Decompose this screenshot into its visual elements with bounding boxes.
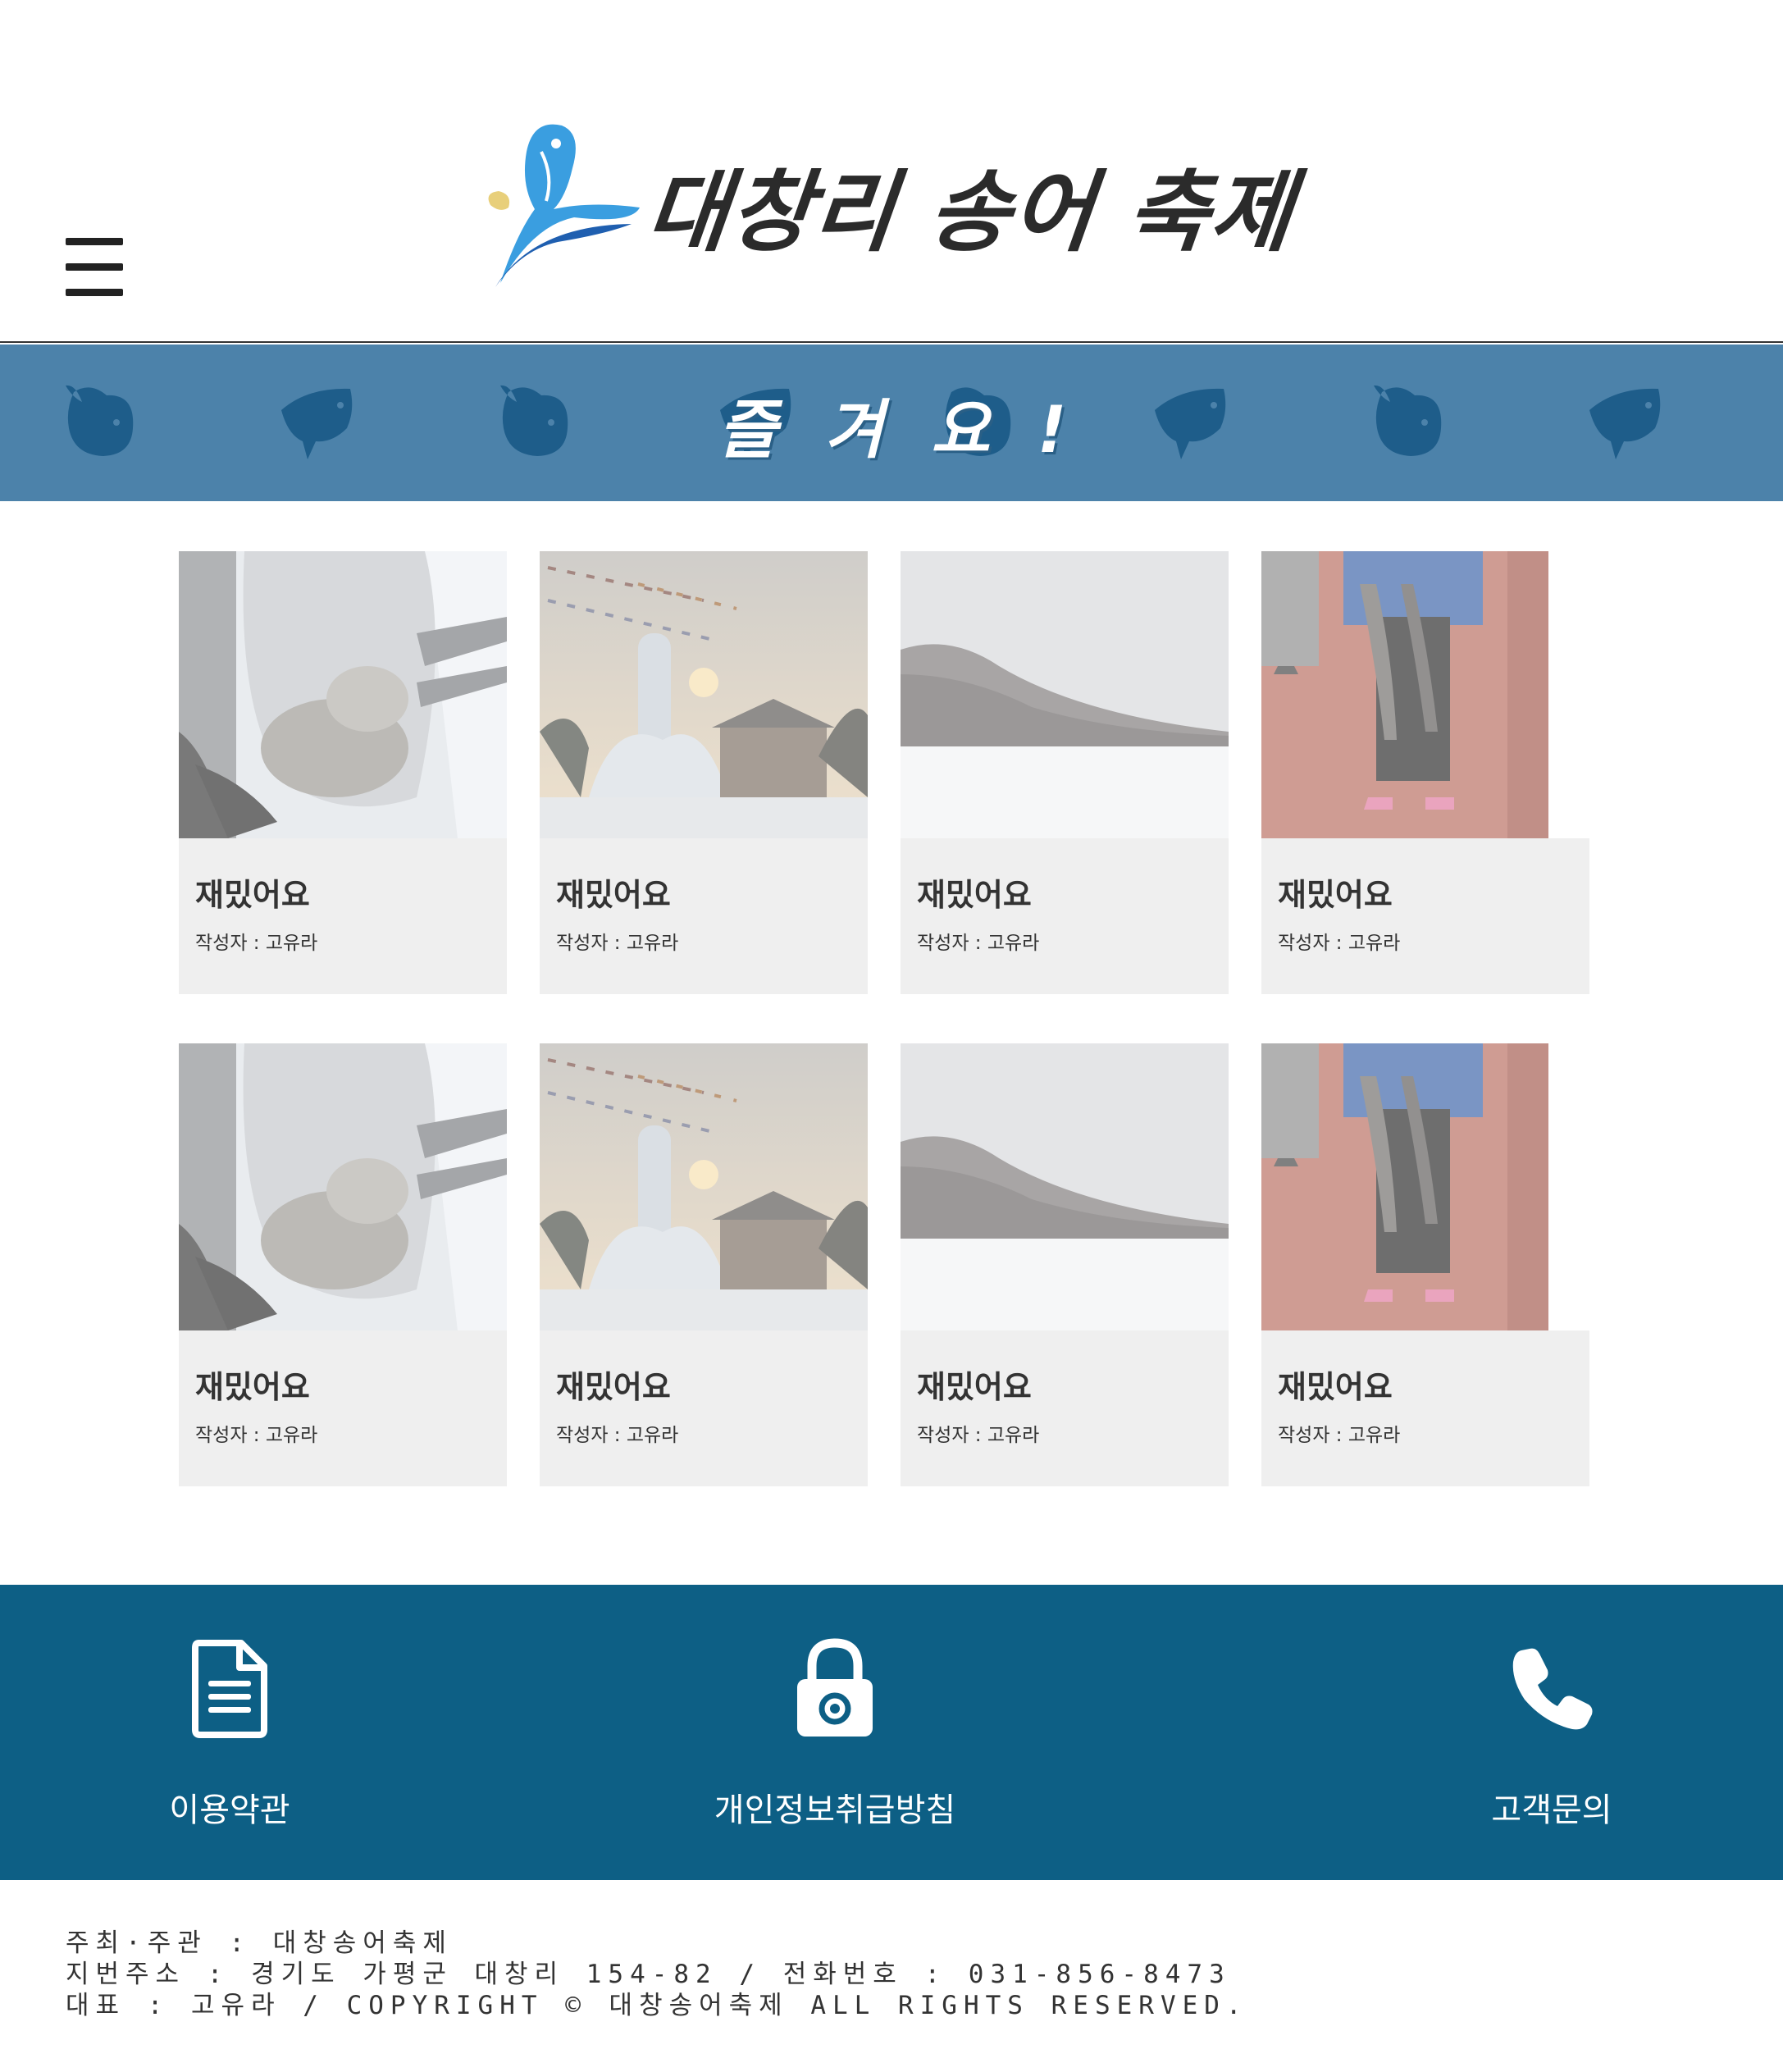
card-author: 작성자 : 고유라 bbox=[1278, 933, 1401, 954]
card-author: 작성자 : 고유라 bbox=[195, 1425, 318, 1446]
card-title: 재밌어요 bbox=[195, 1369, 310, 1405]
gallery-card[interactable]: 재밌어요 작성자 : 고유라 bbox=[901, 1043, 1229, 1486]
gallery-card[interactable]: 재밌어요 작성자 : 고유라 bbox=[540, 1043, 868, 1486]
card-image-frozen-lake bbox=[901, 551, 1229, 838]
card-title: 재밌어요 bbox=[195, 877, 310, 913]
lock-icon bbox=[786, 1636, 884, 1742]
card-author: 작성자 : 고유라 bbox=[195, 933, 318, 954]
card-author: 작성자 : 고유라 bbox=[556, 933, 679, 954]
card-author: 작성자 : 고유라 bbox=[556, 1425, 679, 1446]
banner: 즐겨요! bbox=[0, 345, 1783, 501]
gallery-card[interactable]: 재밌어요 작성자 : 고유라 bbox=[1261, 1043, 1589, 1486]
organizer-text: 주최·주관 : 대창송어축제 bbox=[66, 1928, 453, 1958]
card-title: 재밌어요 bbox=[556, 877, 671, 913]
gallery-card[interactable]: 재밌어요 작성자 : 고유라 bbox=[1261, 551, 1589, 994]
footer-info: 주최·주관 : 대창송어축제 지번주소 : 경기도 가평군 대창리 154-82… bbox=[66, 1928, 1248, 2021]
card-author: 작성자 : 고유라 bbox=[917, 933, 1040, 954]
card-image-bag-of-fish bbox=[179, 1043, 507, 1330]
banner-slogan: 즐겨요! bbox=[718, 394, 1115, 468]
card-image-person-holding-fish bbox=[1261, 1043, 1589, 1330]
card-image-bag-of-fish bbox=[179, 551, 507, 838]
site-logo[interactable]: 대창리 송어 축제 bbox=[476, 119, 1312, 291]
privacy-policy-label: 개인정보취급방침 bbox=[714, 1791, 956, 1829]
card-image-person-holding-fish bbox=[1261, 551, 1589, 838]
card-image-ice-sculpture-sunset bbox=[540, 1043, 868, 1330]
logo-text: 대창리 송어 축제 bbox=[641, 162, 1300, 264]
card-title: 재밌어요 bbox=[917, 877, 1032, 913]
document-icon bbox=[180, 1636, 279, 1742]
hamburger-menu-icon[interactable] bbox=[66, 238, 123, 296]
privacy-policy-link[interactable]: 개인정보취급방침 bbox=[671, 1585, 999, 1880]
card-title: 재밌어요 bbox=[917, 1369, 1032, 1405]
gallery-card[interactable]: 재밌어요 작성자 : 고유라 bbox=[179, 551, 507, 994]
phone-icon bbox=[1503, 1636, 1601, 1742]
address-phone-text: 지번주소 : 경기도 가평군 대창리 154-82 / 전화번호 : 031-8… bbox=[66, 1960, 1231, 1989]
terms-link[interactable]: 이용약관 bbox=[131, 1585, 328, 1880]
customer-inquiry-label: 고객문의 bbox=[1491, 1791, 1612, 1829]
card-title: 재밌어요 bbox=[1278, 877, 1393, 913]
terms-label: 이용약관 bbox=[169, 1791, 290, 1829]
gallery-card[interactable]: 재밌어요 작성자 : 고유라 bbox=[179, 1043, 507, 1486]
gallery-card[interactable]: 재밌어요 작성자 : 고유라 bbox=[540, 551, 868, 994]
customer-inquiry-link[interactable]: 고객문의 bbox=[1453, 1585, 1650, 1880]
footer-nav: 이용약관 개인정보취급방침 고객문의 bbox=[0, 1585, 1783, 1880]
card-author: 작성자 : 고유라 bbox=[917, 1425, 1040, 1446]
card-title: 재밌어요 bbox=[1278, 1369, 1393, 1405]
copyright-text: 대표 : 고유라 / COPYRIGHT © 대창송어축제 ALL RIGHTS… bbox=[66, 1991, 1248, 2020]
card-author: 작성자 : 고유라 bbox=[1278, 1425, 1401, 1446]
gallery-card[interactable]: 재밌어요 작성자 : 고유라 bbox=[901, 551, 1229, 994]
card-title: 재밌어요 bbox=[556, 1369, 671, 1405]
card-image-ice-sculpture-sunset bbox=[540, 551, 868, 838]
fish-logo-icon bbox=[488, 124, 640, 287]
site-header: 대창리 송어 축제 bbox=[0, 0, 1783, 343]
card-image-frozen-lake bbox=[901, 1043, 1229, 1330]
